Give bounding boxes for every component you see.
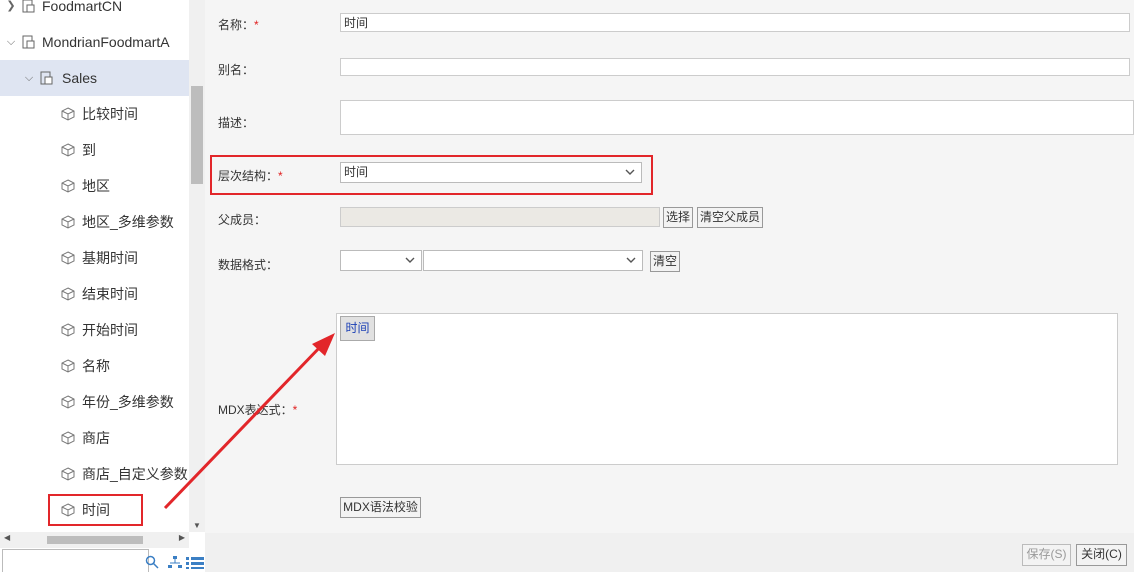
tree-panel: ❯ FoodmartCN ⌵ MondrianFoodmartA ⌵ Sales… — [0, 0, 205, 572]
mdx-label: MDX表达式：* — [218, 403, 298, 417]
clear-parent-button[interactable]: 清空父成员 — [697, 207, 763, 228]
cube-tree: ❯ FoodmartCN ⌵ MondrianFoodmartA ⌵ Sales… — [0, 0, 189, 532]
data-format-pattern-select[interactable] — [423, 250, 643, 271]
tree-search-input[interactable] — [2, 549, 149, 572]
tree-node-label: 名称 — [82, 358, 110, 374]
cube-icon — [61, 323, 75, 337]
cube-folder-icon — [22, 0, 35, 13]
parent-member-label: 父成员： — [218, 213, 267, 227]
tree-node-param[interactable]: 基期时间 — [0, 240, 189, 276]
cube-icon — [61, 431, 75, 445]
scroll-down-arrow-icon[interactable]: ▼ — [189, 521, 205, 530]
tree-node-label: MondrianFoodmartA — [42, 34, 170, 50]
tree-node-param[interactable]: 年份_多维参数 — [0, 384, 189, 420]
tree-node-param[interactable]: 比较时间 — [0, 96, 189, 132]
tree-node-param[interactable]: 到 — [0, 132, 189, 168]
save-button[interactable]: 保存(S) — [1022, 544, 1071, 566]
list-view-icon[interactable] — [186, 557, 204, 569]
cube-icon — [61, 467, 75, 481]
cube-folder-icon — [22, 35, 35, 49]
scroll-right-arrow-icon[interactable]: ▶ — [179, 533, 185, 542]
name-label: 名称：* — [218, 18, 259, 32]
tree-node-label: 年份_多维参数 — [82, 394, 174, 410]
tree-node-param[interactable]: 开始时间 — [0, 312, 189, 348]
search-icon[interactable] — [145, 555, 159, 569]
mdx-syntax-check-button[interactable]: MDX语法校验 — [340, 497, 421, 518]
cube-icon — [61, 287, 75, 301]
tree-node-label: 基期时间 — [82, 250, 138, 266]
tree-node-label: 地区 — [82, 178, 110, 194]
tree-node-label: 结束时间 — [82, 286, 138, 302]
parameter-form: 名称：* 别名： 描述： 层次结构：* 时间 父成员： 选择 清空父成员 数据格… — [205, 0, 1134, 572]
tree-node-label: 商店 — [82, 430, 110, 446]
chevron-right-icon[interactable]: ❯ — [4, 0, 18, 24]
data-format-type-select[interactable] — [340, 250, 422, 271]
tree-node-highlight-box — [48, 494, 143, 526]
scroll-left-arrow-icon[interactable]: ◀ — [4, 533, 10, 542]
cube-icon — [61, 359, 75, 373]
alias-input[interactable] — [340, 58, 1130, 76]
description-label: 描述： — [218, 116, 255, 130]
tree-node-label: 开始时间 — [82, 322, 138, 338]
tree-node-param[interactable]: 地区_多维参数 — [0, 204, 189, 240]
tree-node-label: 商店_自定义参数 — [82, 466, 188, 482]
tree-node-param[interactable]: 结束时间 — [0, 276, 189, 312]
hierarchy-highlight-box — [210, 155, 653, 195]
dialog-footer: 保存(S) 关闭(C) — [205, 533, 1134, 572]
cube-icon — [61, 143, 75, 157]
tree-node-param[interactable]: 商店_自定义参数 — [0, 456, 189, 492]
tree-structure-icon[interactable] — [168, 556, 182, 570]
tree-node-label: 地区_多维参数 — [82, 214, 174, 230]
tree-horizontal-scrollbar[interactable]: ◀ ▶ — [0, 532, 189, 548]
mdx-expression-editor[interactable]: 时间 — [336, 313, 1118, 465]
scrollbar-thumb[interactable] — [191, 86, 203, 184]
chevron-down-icon — [626, 257, 636, 263]
data-format-label: 数据格式： — [218, 258, 279, 272]
cube-icon — [61, 179, 75, 193]
cube-icon — [61, 215, 75, 229]
cube-icon — [61, 251, 75, 265]
tree-vertical-scrollbar[interactable]: ▼ — [189, 0, 205, 532]
chevron-down-icon — [405, 257, 415, 263]
mdx-token[interactable]: 时间 — [340, 316, 375, 341]
tree-node-foodmartcn[interactable]: ❯ FoodmartCN — [0, 0, 189, 24]
tree-node-param[interactable]: 商店 — [0, 420, 189, 456]
scrollbar-thumb[interactable] — [47, 536, 143, 544]
description-textarea[interactable] — [340, 100, 1134, 135]
parent-member-input[interactable] — [340, 207, 660, 227]
cube-icon — [61, 395, 75, 409]
tree-node-label: 比较时间 — [82, 106, 138, 122]
cube-icon — [61, 107, 75, 121]
tree-node-sales[interactable]: ⌵ Sales — [0, 60, 189, 96]
cube-folder-icon — [40, 71, 53, 85]
chevron-down-icon[interactable]: ⌵ — [22, 60, 36, 96]
tree-node-label: 到 — [82, 142, 96, 158]
clear-format-button[interactable]: 清空 — [650, 251, 680, 272]
tree-node-label: FoodmartCN — [42, 0, 123, 14]
name-input[interactable] — [340, 13, 1130, 32]
select-parent-button[interactable]: 选择 — [663, 207, 693, 228]
tree-node-label: Sales — [62, 70, 98, 86]
tree-node-mondrian[interactable]: ⌵ MondrianFoodmartA — [0, 24, 189, 60]
alias-label: 别名： — [218, 63, 255, 77]
close-button[interactable]: 关闭(C) — [1076, 544, 1127, 566]
chevron-down-icon[interactable]: ⌵ — [4, 24, 18, 60]
tree-node-param[interactable]: 名称 — [0, 348, 189, 384]
tree-node-param[interactable]: 地区 — [0, 168, 189, 204]
